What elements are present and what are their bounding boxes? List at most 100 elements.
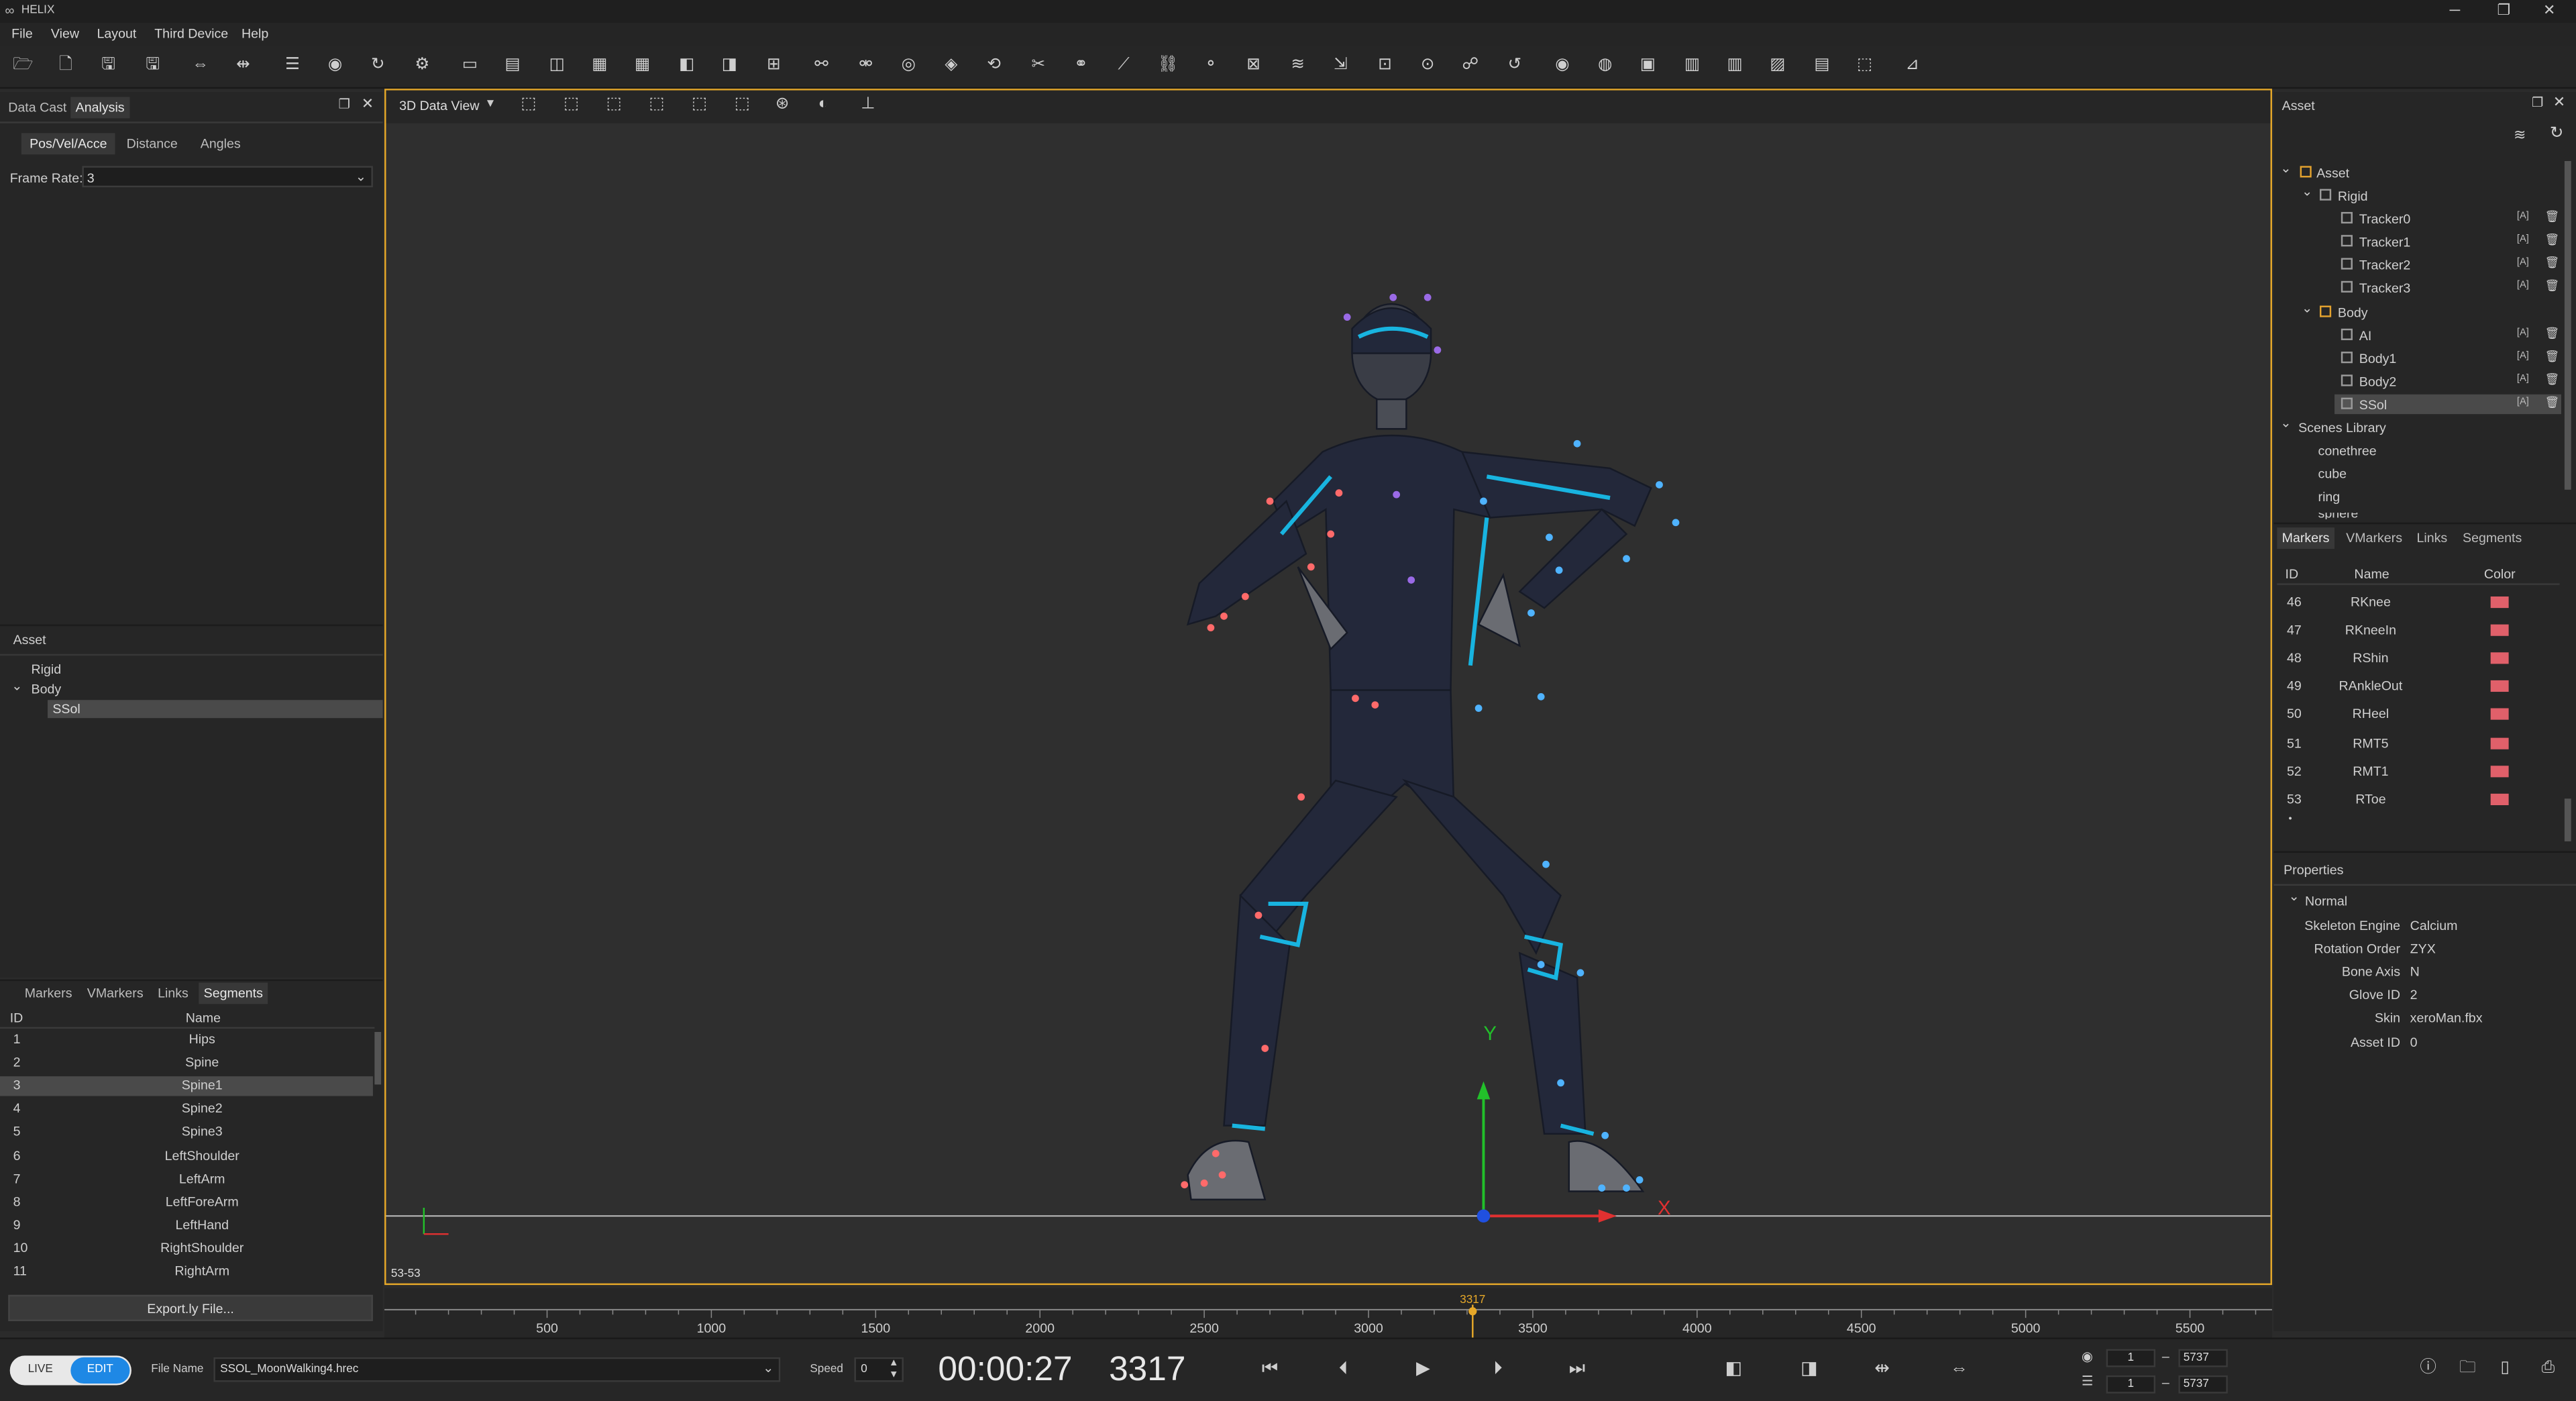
segment-name[interactable]: LeftForeArm (99, 1194, 306, 1209)
float-panel-icon[interactable]: ❐ (338, 98, 350, 112)
segment-name[interactable]: Spine1 (99, 1078, 306, 1093)
chevron-down-icon[interactable]: ⌄ (2288, 890, 2299, 904)
checkbox[interactable] (2319, 305, 2332, 317)
folder-icon[interactable]: 🗀 (2459, 1360, 2475, 1377)
trash-icon[interactable]: 🗑 (2545, 327, 2560, 340)
tree-item-rigid[interactable]: Rigid (2338, 189, 2368, 204)
marker-name[interactable]: RShin (2316, 651, 2425, 666)
trash-icon[interactable]: 🗑 (2545, 210, 2560, 223)
run-icon[interactable]: ☍ (1459, 54, 1482, 77)
asset-badge[interactable]: [A] (2517, 398, 2529, 408)
asset-badge[interactable]: [A] (2517, 212, 2529, 222)
tree-item-body-asset[interactable]: AI (2359, 329, 2372, 344)
checkbox[interactable] (2341, 235, 2353, 247)
tree-item-ssol[interactable]: SSol (52, 702, 80, 717)
checkbox[interactable] (2341, 397, 2353, 409)
panel-icon[interactable]: ▣ (1636, 54, 1659, 77)
asset-badge[interactable]: [A] (2517, 235, 2529, 245)
checkbox[interactable] (2319, 189, 2332, 201)
scrollbar-thumb[interactable] (2564, 798, 2571, 841)
caret-down-icon[interactable]: ▼ (484, 99, 496, 110)
layers-icon[interactable]: ☰ (281, 54, 304, 77)
trash-icon[interactable]: 🗑 (2545, 373, 2560, 386)
segment-name[interactable]: Spine2 (99, 1102, 306, 1117)
checkbox[interactable] (2341, 328, 2353, 340)
layout-single-icon[interactable]: ▭ (458, 54, 481, 77)
tree-item-asset[interactable]: Asset (2316, 166, 2349, 180)
tab-pos-vel-acce[interactable]: Pos/Vel/Acce (21, 133, 115, 155)
record-icon[interactable]: ⊙ (1416, 54, 1439, 77)
marker-id[interactable]: 51 (2287, 735, 2302, 750)
property-value[interactable]: Calcium (2410, 919, 2458, 933)
marker-id[interactable]: 48 (2287, 651, 2302, 666)
marker-color-swatch[interactable] (2490, 624, 2509, 636)
tree-item-scenes-library[interactable]: Scenes Library (2298, 421, 2386, 435)
marker-color-swatch[interactable] (2490, 709, 2509, 721)
float-panel-icon[interactable]: ❐ (2532, 96, 2544, 110)
marker-name[interactable]: RAnkleOut (2316, 679, 2425, 694)
trash-icon[interactable]: 🗑 (2545, 234, 2560, 246)
close-panel-icon[interactable]: ✕ (362, 96, 374, 111)
tree-item-tracker[interactable]: Tracker0 (2359, 212, 2411, 227)
close-window-button[interactable]: ✕ (2543, 1, 2555, 19)
target-icon[interactable]: ⊡ (1373, 54, 1396, 77)
save-as-icon[interactable]: 🖫 (142, 54, 164, 77)
marker-id[interactable]: 50 (2287, 707, 2302, 722)
chevron-down-icon[interactable]: ⌄ (2280, 162, 2291, 176)
timeline-ruler[interactable]: 500 1000 1500 2000 2500 3000 3500 4000 4500 5000 5… (384, 1288, 2272, 1338)
orbit-icon[interactable]: ⊛ (775, 96, 790, 113)
visibility-icon[interactable]: ◎ (897, 54, 920, 77)
tab-links-right[interactable]: Links (2416, 531, 2447, 546)
shading-icon[interactable]: ◐ (818, 96, 828, 113)
menu-file[interactable]: File (11, 26, 33, 41)
refresh-icon[interactable]: ↻ (2550, 125, 2564, 143)
segment-id[interactable]: 6 (13, 1148, 21, 1163)
trash-icon[interactable]: 🗑 (2545, 396, 2560, 409)
delete-link-icon[interactable]: ⊠ (1242, 54, 1265, 77)
tree-item-rigid[interactable]: Rigid (32, 662, 62, 677)
marker-icon[interactable]: ◈ (940, 54, 963, 77)
view-front-icon[interactable]: ⬚ (521, 96, 536, 113)
checkbox[interactable] (2341, 211, 2353, 224)
save-icon[interactable]: 🖫 (97, 54, 119, 77)
segment-name[interactable]: Hips (99, 1032, 306, 1047)
property-value[interactable]: N (2410, 965, 2420, 980)
marker-name[interactable]: RKnee (2316, 595, 2425, 610)
asset-badge[interactable]: [A] (2517, 352, 2529, 362)
layout-grid-icon[interactable]: ▦ (631, 54, 653, 77)
trash-icon[interactable]: 🗑 (2545, 256, 2560, 269)
new-file-icon[interactable]: 🗋 (54, 54, 77, 77)
property-value[interactable]: ZYX (2410, 942, 2436, 957)
tree-item-tracker[interactable]: Tracker1 (2359, 235, 2411, 250)
view-top-icon[interactable]: ⬚ (606, 96, 622, 113)
layers-icon[interactable]: ≋ (2514, 127, 2526, 143)
unlink-markers-icon[interactable]: ⚮ (854, 54, 877, 77)
marker-color-swatch[interactable] (2490, 737, 2509, 749)
segment-name[interactable]: LeftHand (99, 1217, 306, 1232)
segment-id[interactable]: 3 (13, 1078, 21, 1093)
list-panel-icon[interactable]: ▤ (1811, 54, 1833, 77)
layout-two-rows-icon[interactable]: ▤ (501, 54, 524, 77)
skip-to-end-icon[interactable]: ⏭ (1569, 1360, 1585, 1379)
refresh-icon[interactable]: ↻ (366, 54, 389, 77)
open-icon[interactable]: 🗁 (11, 54, 34, 77)
segment-name[interactable]: RightShoulder (99, 1241, 306, 1255)
view-right-icon[interactable]: ⬚ (735, 96, 750, 113)
layout-quad-icon[interactable]: ⊞ (762, 54, 785, 77)
segment-id[interactable]: 7 (13, 1171, 21, 1186)
segment-id[interactable]: 9 (13, 1217, 21, 1232)
play-icon[interactable]: ▶ (1416, 1360, 1430, 1379)
tab-distance[interactable]: Distance (127, 136, 178, 151)
file-name-select[interactable]: SSOL_MoonWalking4.hrec ⌄ (213, 1357, 781, 1382)
tree-item-body-asset[interactable]: SSol (2359, 398, 2387, 413)
info-icon[interactable]: ⓘ (2420, 1360, 2436, 1377)
trash-icon[interactable]: 🗑 (2545, 279, 2560, 293)
menu-help[interactable]: Help (241, 26, 268, 41)
segment-id[interactable]: 1 (13, 1032, 21, 1047)
checkbox[interactable] (2341, 374, 2353, 386)
chevron-down-icon[interactable]: ⌄ (11, 680, 22, 694)
menu-layout[interactable]: Layout (97, 26, 136, 41)
fit-icon[interactable]: ⇹ (231, 54, 254, 77)
close-panel-icon[interactable]: ✕ (2553, 95, 2565, 110)
marker-name[interactable]: RToe (2316, 792, 2425, 807)
